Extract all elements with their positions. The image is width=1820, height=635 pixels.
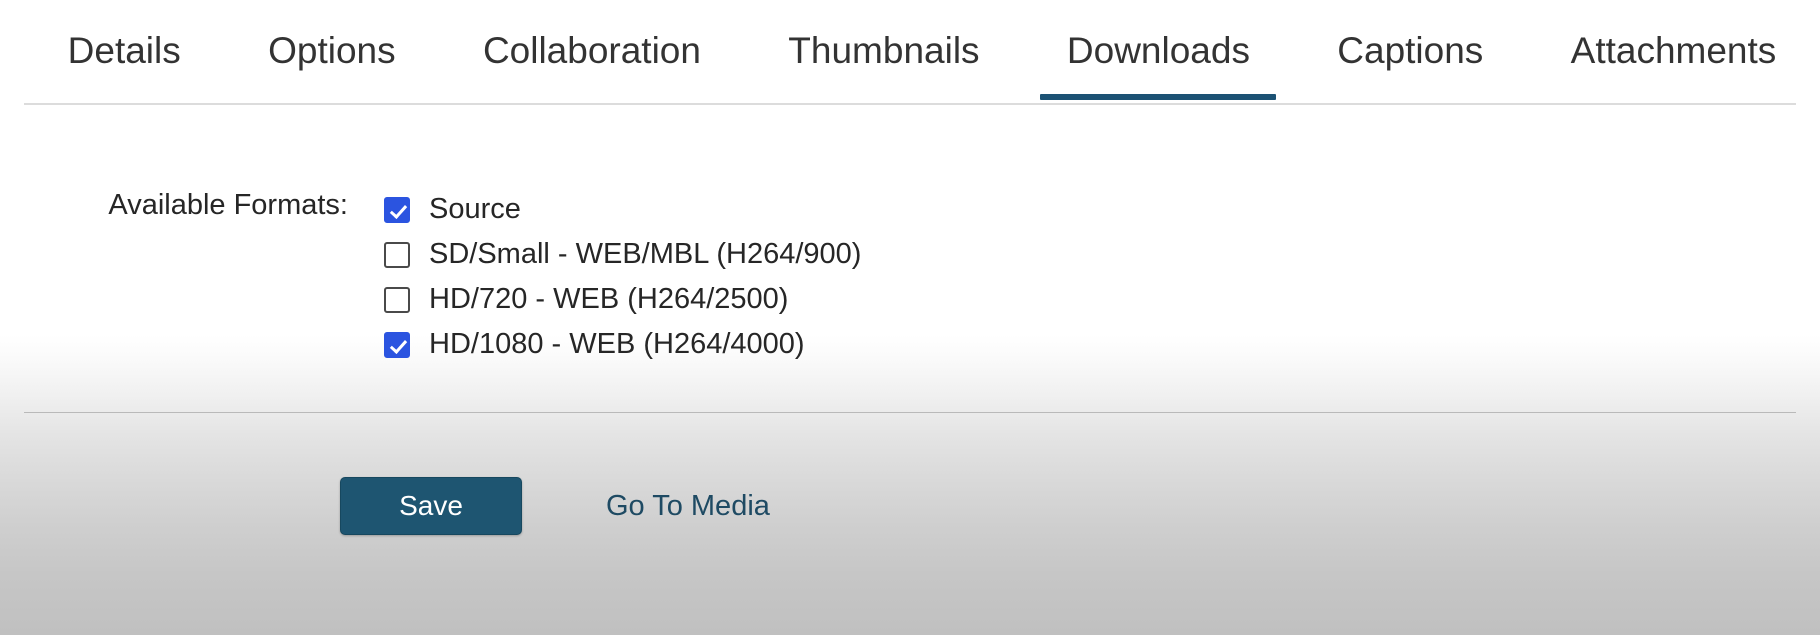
footer-divider xyxy=(24,412,1796,413)
format-option-hd-720-label: HD/720 - WEB (H264/2500) xyxy=(429,283,789,315)
downloads-form-region: Available Formats: Source SD/Small - WEB… xyxy=(0,105,1820,635)
tab-downloads[interactable]: Downloads xyxy=(1023,6,1293,100)
checkbox-hd-720[interactable] xyxy=(384,286,410,313)
available-formats-field: Available Formats: Source SD/Small - WEB… xyxy=(0,105,1820,367)
tab-collaboration[interactable]: Collaboration xyxy=(439,6,744,99)
format-option-source-label: Source xyxy=(429,193,521,225)
tab-strip: Details Options Collaboration Thumbnails… xyxy=(24,0,1820,105)
tab-options[interactable]: Options xyxy=(224,6,439,99)
checkbox-sd-small[interactable] xyxy=(384,241,410,268)
tab-downloads-underline xyxy=(1040,94,1277,100)
tab-attachments-label: Attachments xyxy=(1570,30,1777,71)
tab-bar: Details Options Collaboration Thumbnails… xyxy=(0,0,1820,105)
available-formats-label: Available Formats: xyxy=(108,189,348,221)
tab-downloads-label: Downloads xyxy=(1066,30,1250,71)
format-option-source[interactable]: Source xyxy=(384,187,861,232)
available-formats-list: Source SD/Small - WEB/MBL (H264/900) HD/… xyxy=(384,187,861,367)
format-option-sd-small-label: SD/Small - WEB/MBL (H264/900) xyxy=(429,238,862,270)
go-to-media-link[interactable]: Go To Media xyxy=(606,491,770,521)
format-option-hd-1080-label: HD/1080 - WEB (H264/4000) xyxy=(429,328,805,360)
checkbox-source[interactable] xyxy=(384,196,410,223)
tab-options-label: Options xyxy=(268,30,396,71)
checkbox-hd-1080[interactable] xyxy=(384,331,410,358)
tab-collaboration-label: Collaboration xyxy=(482,30,701,71)
format-option-sd-small[interactable]: SD/Small - WEB/MBL (H264/900) xyxy=(384,232,861,277)
tab-thumbnails[interactable]: Thumbnails xyxy=(745,6,1024,99)
tab-thumbnails-label: Thumbnails xyxy=(788,30,980,71)
save-button[interactable]: Save xyxy=(340,477,522,535)
tab-captions[interactable]: Captions xyxy=(1294,6,1527,99)
downloads-settings-panel: Details Options Collaboration Thumbnails… xyxy=(0,0,1820,635)
tab-details[interactable]: Details xyxy=(24,6,224,99)
tab-captions-label: Captions xyxy=(1337,30,1484,71)
format-option-hd-720[interactable]: HD/720 - WEB (H264/2500) xyxy=(384,277,861,322)
footer-actions: Save Go To Media xyxy=(0,477,1820,535)
tab-details-label: Details xyxy=(67,30,181,71)
tab-attachments[interactable]: Attachments xyxy=(1527,6,1820,99)
format-option-hd-1080[interactable]: HD/1080 - WEB (H264/4000) xyxy=(384,322,861,367)
